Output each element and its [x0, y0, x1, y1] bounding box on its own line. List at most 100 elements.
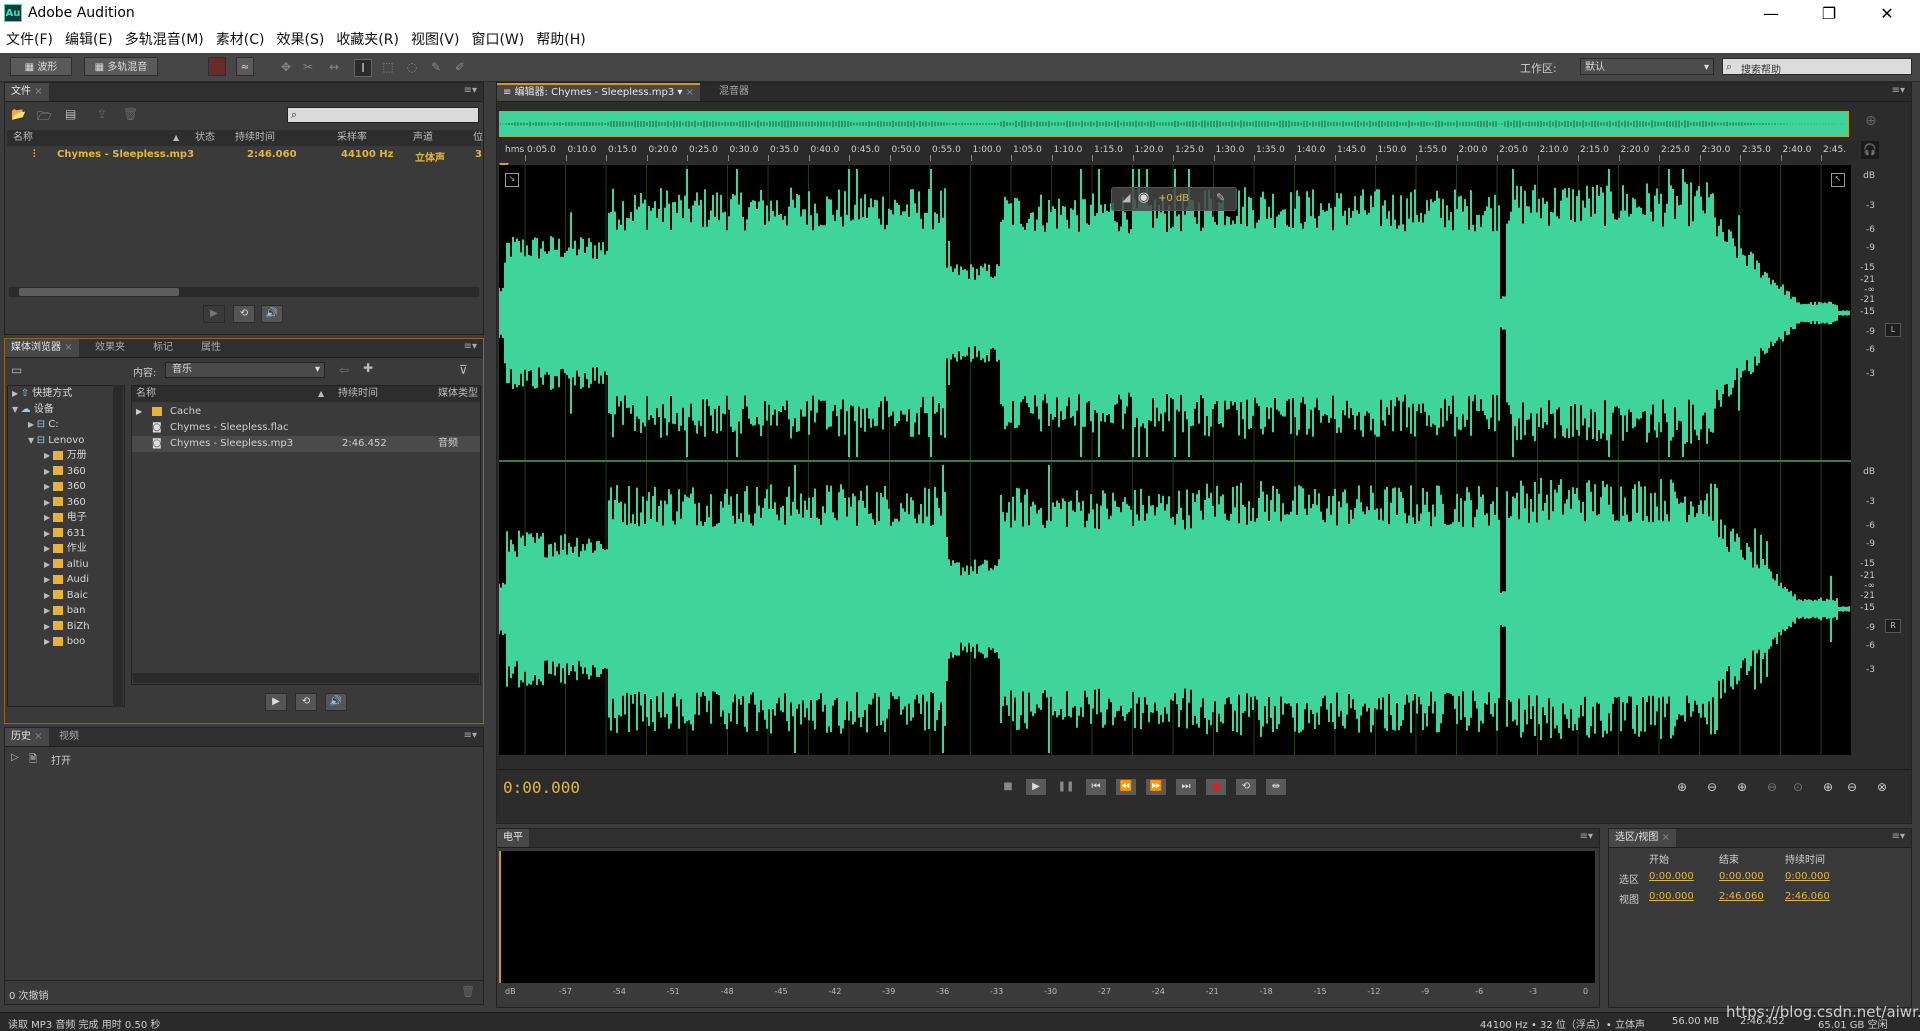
menu-help[interactable]: 帮助(H): [530, 28, 591, 53]
zoom-in-amplitude-icon[interactable]: ⊕: [1677, 780, 1687, 794]
autoplay-icon[interactable]: 🔊: [261, 305, 283, 323]
tree-item[interactable]: ▶ 万册: [8, 448, 124, 464]
zoom-out-point-icon[interactable]: ⊖: [1847, 780, 1857, 794]
pin-icon[interactable]: ✎: [1216, 191, 1225, 204]
hud-volume[interactable]: ◢ ◉ +0 dB ✎: [1111, 187, 1237, 211]
col-duration[interactable]: 持续时间: [338, 386, 378, 402]
tree-item[interactable]: ▶ 360: [8, 464, 124, 480]
loop-icon[interactable]: ⟲: [1235, 778, 1257, 796]
current-time[interactable]: 0:00.000: [503, 778, 580, 797]
channel-right-toggle[interactable]: R: [1885, 619, 1901, 633]
waveform-view-button[interactable]: ▦ 波形: [10, 57, 72, 76]
autoplay-icon[interactable]: 🔊: [325, 693, 347, 711]
view-start[interactable]: 0:00.000: [1649, 891, 1694, 902]
spot-healing-tool-icon[interactable]: ✐: [452, 59, 468, 75]
drive-list-icon[interactable]: ▭: [11, 363, 22, 377]
tab-history[interactable]: 历史 ×: [5, 728, 49, 746]
pause-icon[interactable]: ❚❚: [1055, 778, 1077, 796]
media-hscrollbar[interactable]: [133, 673, 479, 683]
search-help-field[interactable]: ⌕ 搜索帮助: [1722, 58, 1912, 76]
razor-tool-icon[interactable]: ✂: [300, 59, 316, 75]
tree-item[interactable]: ▶ ban: [8, 603, 124, 619]
new-file-icon[interactable]: ▤: [65, 107, 76, 121]
time-ruler[interactable]: hms 0:05.0 0:10.0 0:15.0 0:20.0 0:25.0 0:30.0…: [499, 141, 1859, 161]
chevron-right-icon[interactable]: ▶: [44, 451, 53, 460]
tree-item[interactable]: ▶ 作业: [8, 541, 124, 557]
chevron-right-icon[interactable]: ▶: [12, 389, 21, 398]
delete-history-icon[interactable]: 🗑: [461, 985, 475, 998]
import-file-icon[interactable]: 🗁: [37, 107, 52, 128]
col-name[interactable]: 名称: [136, 386, 156, 402]
tab-properties[interactable]: 属性: [195, 339, 227, 357]
chevron-right-icon[interactable]: ▶: [44, 591, 53, 600]
move-tool-icon[interactable]: ✥: [278, 59, 294, 75]
insert-multitrack-icon[interactable]: ⇪: [97, 107, 107, 121]
panel-menu-icon[interactable]: ≡▾: [1580, 831, 1593, 842]
tab-markers[interactable]: 标记: [147, 339, 179, 357]
tree-item[interactable]: ▶ 360: [8, 479, 124, 495]
waveform-overview[interactable]: [499, 111, 1849, 137]
chevron-right-icon[interactable]: ▶: [44, 467, 53, 476]
panel-menu-icon[interactable]: ≡▾: [1892, 831, 1905, 842]
table-row[interactable]: ⫶ Chymes - Sleepless.mp3 2:46.060 44100 …: [7, 149, 482, 165]
brush-tool-icon[interactable]: ✎: [428, 59, 444, 75]
tree-item[interactable]: ▶ ⇧ 快捷方式: [8, 386, 124, 402]
multitrack-view-button[interactable]: ▦ 多轨混音: [84, 57, 158, 76]
collapse-icon[interactable]: ↖: [1831, 173, 1845, 187]
tree-item[interactable]: ▶ ⊟ C:: [8, 417, 124, 433]
tree-item[interactable]: ▶ Audi: [8, 572, 124, 588]
tab-video[interactable]: 视频: [53, 728, 85, 746]
skip-back-icon[interactable]: ⏮: [1085, 778, 1107, 796]
list-item[interactable]: ▷ 🗎 打开: [7, 752, 481, 768]
slip-tool-icon[interactable]: ↔: [326, 59, 342, 75]
zoom-selection-icon[interactable]: ⊗: [1877, 780, 1887, 794]
menu-view[interactable]: 视图(V): [405, 28, 466, 53]
tree-item[interactable]: ▶ 631: [8, 526, 124, 542]
spectral-frequency-icon[interactable]: [208, 57, 226, 76]
list-item[interactable]: ◙ Chymes - Sleepless.flac: [132, 420, 480, 436]
marquee-tool-icon[interactable]: ⬚: [380, 59, 396, 75]
chevron-right-icon[interactable]: ▶: [44, 529, 53, 538]
close-tab-icon[interactable]: ×: [64, 342, 72, 353]
col-name[interactable]: 名称: [13, 130, 33, 146]
tree-item[interactable]: ▶ Baic: [8, 588, 124, 604]
list-item[interactable]: ◙ Chymes - Sleepless.mp3 2:46.452 音频: [132, 436, 480, 452]
zoom-in-time-icon[interactable]: ⊕: [1737, 780, 1747, 794]
workspace-select[interactable]: 默认 ▾: [1580, 58, 1714, 75]
record-icon[interactable]: ●: [1205, 778, 1227, 796]
panel-menu-icon[interactable]: ≡▾: [464, 730, 477, 741]
content-select[interactable]: 音乐 ▾: [165, 362, 325, 378]
waveform-display[interactable]: ↘ ↖ ◢ ◉ +0 dB ✎: [499, 165, 1851, 755]
selection-end[interactable]: 0:00.000: [1719, 871, 1764, 882]
tree-item[interactable]: ▶ BiZh: [8, 619, 124, 635]
lasso-tool-icon[interactable]: ◌: [404, 59, 420, 75]
tab-effects-rack[interactable]: 效果夹: [89, 339, 131, 357]
zoom-in-point-icon[interactable]: ⊕: [1823, 780, 1833, 794]
play-icon[interactable]: ▶: [265, 693, 287, 711]
tab-levels[interactable]: 电平: [497, 829, 529, 847]
menu-favorites[interactable]: 收藏夹(R): [330, 28, 405, 53]
tree-item[interactable]: ▶ 电子: [8, 510, 124, 526]
menu-file[interactable]: 文件(F): [0, 28, 59, 53]
col-status[interactable]: 状态: [195, 130, 215, 146]
close-tab-icon[interactable]: ×: [1662, 832, 1670, 843]
close-button[interactable]: ✕: [1864, 0, 1910, 28]
filter-icon[interactable]: ⊽: [459, 363, 468, 377]
chevron-right-icon[interactable]: ▶: [28, 420, 37, 429]
minimize-button[interactable]: —: [1748, 0, 1794, 28]
stop-icon[interactable]: ■: [997, 778, 1019, 796]
rewind-icon[interactable]: ⏪: [1115, 778, 1137, 796]
chevron-right-icon[interactable]: ▶: [44, 513, 53, 522]
list-item[interactable]: ▶ Cache: [132, 404, 480, 420]
play-icon[interactable]: ▶: [203, 305, 225, 323]
menu-edit[interactable]: 编辑(E): [59, 28, 119, 53]
tab-editor[interactable]: ≡ 编辑器: Chymes - Sleepless.mp3 ▾ ×: [497, 83, 700, 101]
chevron-down-icon[interactable]: ▼: [12, 405, 21, 414]
tab-mixer[interactable]: 混音器: [713, 83, 755, 101]
chevron-right-icon[interactable]: ▶: [44, 544, 53, 553]
tree-item[interactable]: ▶ 360: [8, 495, 124, 511]
loop-icon[interactable]: ⟲: [295, 693, 317, 711]
tree-item[interactable]: ▶ altiu: [8, 557, 124, 573]
menu-multitrack[interactable]: 多轨混音(M): [119, 28, 210, 53]
zoom-full-icon[interactable]: ⊙: [1793, 780, 1803, 794]
